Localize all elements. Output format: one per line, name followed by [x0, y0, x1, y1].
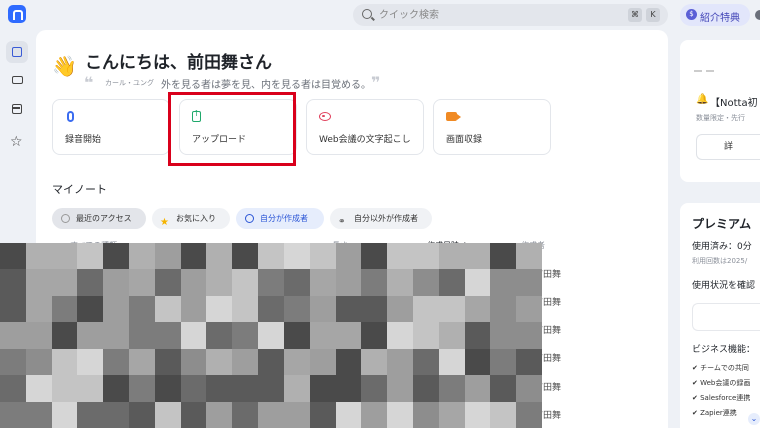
quote-close-icon: ❞: [371, 73, 381, 92]
folder-icon: [12, 76, 23, 84]
card-label: 画面収録: [446, 135, 483, 145]
creator-name: 前田舞: [534, 411, 562, 421]
search-icon: [362, 9, 372, 19]
filter-recent[interactable]: 最近のアクセス: [52, 208, 146, 229]
bell-icon: 🔔: [696, 94, 709, 105]
web-meeting-icon: [319, 112, 331, 121]
column-type-filter[interactable]: すべての種類 ⌄: [70, 240, 126, 251]
nav-favorites[interactable]: ☆: [6, 133, 28, 155]
feature-item: Web会議の録画: [692, 378, 750, 388]
creator-name: 前田舞: [534, 270, 562, 280]
star-icon: ☆: [10, 134, 23, 150]
column-length[interactable]: 長さ: [332, 240, 348, 251]
quote-open-icon: ❝: [84, 73, 94, 92]
nav-calendar[interactable]: [6, 98, 28, 120]
mic-icon: [67, 111, 74, 122]
feature-item: Zapier連携: [692, 408, 737, 418]
creator-name: 前田舞: [534, 326, 562, 336]
avatar: [520, 381, 530, 391]
feature-item: Salesforce連携: [692, 393, 750, 403]
feature-item: チームでの共同: [692, 363, 749, 373]
filter-label: 自分が作成者: [260, 214, 308, 223]
notta-logo-icon[interactable]: [8, 5, 26, 23]
screen-record-icon: [446, 112, 461, 121]
usage-check-label: 使用状況を確認: [692, 281, 756, 291]
promo-details-button[interactable]: 詳: [696, 134, 760, 160]
promo-title: 【Notta初: [710, 98, 758, 109]
filter-label: お気に入り: [176, 214, 216, 223]
home-icon: [12, 47, 22, 57]
plan-usage: 使用済み：0分: [692, 242, 752, 252]
filter-created-by-others[interactable]: ⚭ 自分以外が作成者: [330, 208, 432, 229]
usage-box[interactable]: [692, 303, 760, 331]
quick-search[interactable]: ⌘ K: [353, 4, 668, 26]
plan-title: プレミアム: [692, 217, 752, 231]
promo-card: 🔔 【Notta初 数量限定・先行 詳: [680, 40, 760, 182]
referral-label: 紹介特典: [700, 13, 740, 24]
left-rail: ☆: [0, 30, 36, 428]
avatar: [520, 268, 530, 278]
column-creator[interactable]: 作成者: [521, 240, 545, 251]
avatar: [520, 324, 530, 334]
main-panel: 👋 こんにちは、前田舞さん ❝ カール・ユング 外を見る者は夢を見、内を見る者は…: [36, 30, 668, 428]
filter-label: 自分以外が作成者: [354, 214, 418, 223]
card-label: Web会議の文字起こし: [319, 135, 411, 145]
clock-icon: [61, 214, 70, 223]
carousel-indicator[interactable]: [694, 57, 724, 72]
referral-button[interactable]: $ 紹介特典: [680, 4, 750, 26]
shortcut-cmd-key: ⌘: [628, 8, 642, 22]
avatar: [520, 352, 530, 362]
person-icon: [245, 214, 254, 223]
search-input[interactable]: [379, 7, 579, 23]
nav-folders[interactable]: [6, 69, 28, 91]
shortcut-k-key: K: [646, 8, 660, 22]
creator-name: 前田舞: [534, 383, 562, 393]
filter-favorites[interactable]: ★ お気に入り: [152, 208, 230, 229]
quote-author: カール・ユング: [105, 79, 154, 87]
highlight-frame: [168, 92, 296, 166]
account-button[interactable]: [755, 10, 760, 20]
top-bar: ⌘ K $ 紹介特典: [0, 0, 760, 30]
plan-limit: 利用回数は2025/: [692, 257, 748, 265]
creator-name: 前田舞: [534, 354, 562, 364]
business-features-title: ビジネス機能：: [692, 345, 756, 355]
calendar-icon: [12, 104, 22, 114]
web-meeting-transcribe-card[interactable]: Web会議の文字起こし: [306, 99, 424, 155]
waving-hand-icon: 👋: [52, 54, 77, 78]
column-created-at[interactable]: 作成日時 ↓: [427, 240, 468, 251]
my-notes-title: マイノート: [52, 183, 107, 196]
link-icon: ⚭: [338, 217, 346, 227]
filter-created-by-me[interactable]: 自分が作成者: [236, 208, 324, 229]
greeting-title: こんにちは、前田舞さん: [85, 53, 272, 73]
promo-subtitle: 数量限定・先行: [696, 114, 745, 122]
avatar: [520, 409, 530, 419]
avatar: [520, 296, 530, 306]
chevron-down-icon[interactable]: ⌄: [748, 413, 760, 425]
filter-label: 最近のアクセス: [76, 214, 132, 223]
card-label: 録音開始: [65, 135, 102, 145]
creator-name: 前田舞: [534, 298, 562, 308]
nav-home[interactable]: [6, 41, 28, 63]
dollar-icon: $: [686, 9, 697, 20]
plan-card: プレミアム 使用済み：0分 利用回数は2025/ 使用状況を確認 ビジネス機能：…: [680, 203, 760, 428]
quote-text: 外を見る者は夢を見、内を見る者は目覚める。: [161, 80, 371, 91]
star-icon: ★: [160, 217, 169, 228]
start-recording-card[interactable]: 録音開始: [52, 99, 170, 155]
screen-record-card[interactable]: 画面収録: [433, 99, 551, 155]
right-panel: 🔔 【Notta初 数量限定・先行 詳 プレミアム 使用済み：0分 利用回数は2…: [680, 30, 760, 428]
